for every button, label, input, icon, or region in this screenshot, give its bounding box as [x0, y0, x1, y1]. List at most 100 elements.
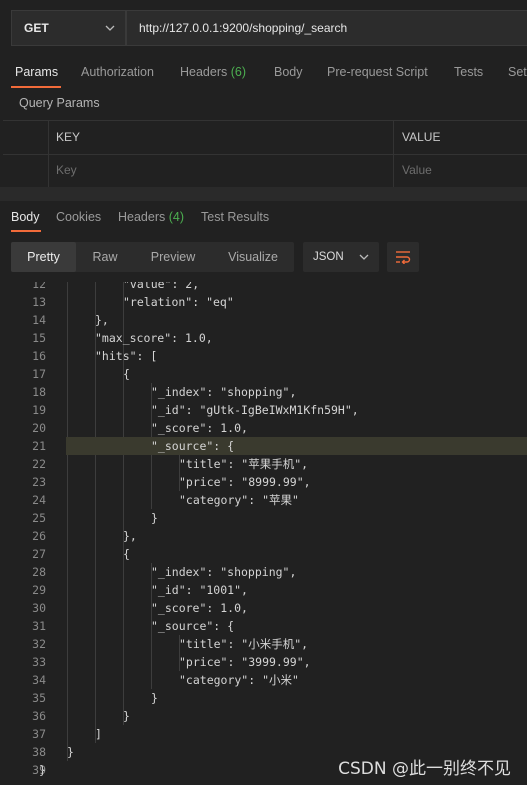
wrap-lines-icon: [396, 251, 411, 264]
table-row: Key Value: [3, 154, 527, 188]
code-line: 18 "_index": "shopping",: [0, 383, 527, 401]
code-line: 16 "hits": [: [0, 347, 527, 365]
line-number: 34: [32, 673, 46, 687]
code-text: ]: [95, 727, 102, 741]
tab-label: Headers: [180, 65, 231, 79]
tab-cookies[interactable]: Cookies: [56, 210, 101, 224]
url-input[interactable]: http://127.0.0.1:9200/shopping/_search: [126, 10, 527, 46]
line-number: 19: [32, 403, 46, 417]
code-text: "_source": {: [151, 439, 235, 453]
code-text: "price": "3999.99",: [179, 655, 311, 669]
line-number: 18: [32, 385, 46, 399]
tab-label: Authorization: [81, 65, 154, 79]
tab-authorization[interactable]: Authorization: [81, 65, 154, 79]
key-input[interactable]: Key: [56, 163, 77, 177]
code-text: {: [123, 547, 130, 561]
value-column-header: VALUE: [402, 130, 441, 144]
code-line: 37]: [0, 725, 527, 743]
code-line: 24 "category": "苹果": [0, 491, 527, 509]
tab-label: Pre-request Script: [327, 65, 428, 79]
table-header-row: KEY VALUE: [3, 121, 527, 155]
tab-settings[interactable]: Set: [508, 65, 527, 79]
code-line: 19 "_id": "gUtk-IgBeIWxM1Kfn59H",: [0, 401, 527, 419]
code-text: "_source": {: [151, 619, 235, 633]
value-input[interactable]: Value: [402, 163, 432, 177]
tab-params[interactable]: Params: [15, 65, 58, 79]
line-number: 36: [32, 709, 46, 723]
line-number: 30: [32, 601, 46, 615]
preview-button[interactable]: Preview: [134, 242, 212, 272]
column-divider: [48, 121, 49, 154]
line-number: 28: [32, 565, 46, 579]
raw-button[interactable]: Raw: [76, 242, 134, 272]
tab-label: Body: [274, 65, 303, 79]
line-number: 29: [32, 583, 46, 597]
pretty-button[interactable]: Pretty: [11, 242, 76, 272]
response-code-viewer[interactable]: 12 "value": 2, 13 "relation": "eq" 14}, 15 "ma…: [0, 282, 527, 785]
tab-label: Set: [508, 65, 527, 79]
code-text: },: [95, 313, 109, 327]
code-text: "_index": "shopping",: [151, 385, 297, 399]
query-params-table: KEY VALUE Key Value: [3, 120, 527, 188]
code-text: "_score": 1.0,: [151, 421, 248, 435]
format-label: JSON: [313, 251, 344, 263]
code-text: }: [151, 511, 158, 525]
code-line: 12 "value": 2,: [0, 282, 527, 293]
code-line: 29 "_id": "1001",: [0, 581, 527, 599]
tab-response-headers[interactable]: Headers (4): [118, 210, 184, 224]
url-text: http://127.0.0.1:9200/shopping/_search: [139, 21, 348, 35]
code-line: 36}: [0, 707, 527, 725]
watermark: CSDN @此一别终不见: [338, 759, 511, 779]
code-line: 32 "title": "小米手机",: [0, 635, 527, 653]
request-bar: GET http://127.0.0.1:9200/shopping/_sear…: [0, 0, 527, 56]
tab-label: Cookies: [56, 210, 102, 224]
response-headers-count: (4): [168, 210, 185, 224]
tab-label: Body: [11, 210, 40, 224]
code-text: }: [67, 745, 74, 759]
line-number: 32: [32, 637, 46, 651]
code-text: "_score": 1.0,: [151, 601, 248, 615]
line-number: 27: [32, 547, 46, 561]
code-text: "price": "8999.99",: [179, 475, 311, 489]
pane-resize-handle[interactable]: [0, 187, 527, 201]
tab-pre-request-script[interactable]: Pre-request Script: [327, 65, 428, 79]
key-column-header: KEY: [56, 130, 81, 144]
code-text: "category": "小米": [179, 673, 299, 687]
chevron-down-icon: [359, 254, 369, 260]
code-text: "max_score": 1.0,: [95, 331, 213, 345]
code-line: 13 "relation": "eq": [0, 293, 527, 311]
visualize-button[interactable]: Visualize: [212, 242, 294, 272]
code-line: 14},: [0, 311, 527, 329]
line-number: 25: [32, 511, 46, 525]
tab-tests[interactable]: Tests: [454, 65, 483, 79]
code-line: 28 "_index": "shopping",: [0, 563, 527, 581]
tab-headers[interactable]: Headers (6): [180, 65, 246, 79]
code-text: }: [39, 763, 46, 777]
code-line: 31 "_source": {: [0, 617, 527, 635]
column-divider: [393, 154, 394, 187]
query-params-title: Query Params: [19, 96, 100, 110]
line-number: 17: [32, 367, 46, 381]
tab-label: Headers: [118, 210, 169, 224]
code-line: 33 "price": "3999.99",: [0, 653, 527, 671]
line-number: 31: [32, 619, 46, 633]
code-text: "_id": "gUtk-IgBeIWxM1Kfn59H",: [151, 403, 359, 417]
column-divider: [48, 154, 49, 187]
tab-response-body[interactable]: Body: [11, 210, 40, 224]
tab-test-results[interactable]: Test Results: [201, 210, 269, 224]
line-number: 20: [32, 421, 46, 435]
tab-body[interactable]: Body: [274, 65, 303, 79]
chevron-down-icon: [105, 25, 115, 31]
method-select[interactable]: GET: [11, 10, 126, 46]
line-number: 33: [32, 655, 46, 669]
active-response-tab-indicator: [11, 230, 41, 232]
wrap-lines-button[interactable]: [387, 242, 419, 272]
line-number: 13: [32, 295, 46, 309]
tab-label: Params: [15, 65, 59, 79]
method-label: GET: [24, 21, 49, 35]
column-divider: [393, 121, 394, 154]
headers-count: (6): [230, 65, 247, 79]
request-tabs: Params Authorization Headers (6) Body Pr…: [0, 60, 527, 86]
format-select[interactable]: JSON: [303, 242, 379, 272]
code-text: "hits": [: [95, 349, 158, 363]
